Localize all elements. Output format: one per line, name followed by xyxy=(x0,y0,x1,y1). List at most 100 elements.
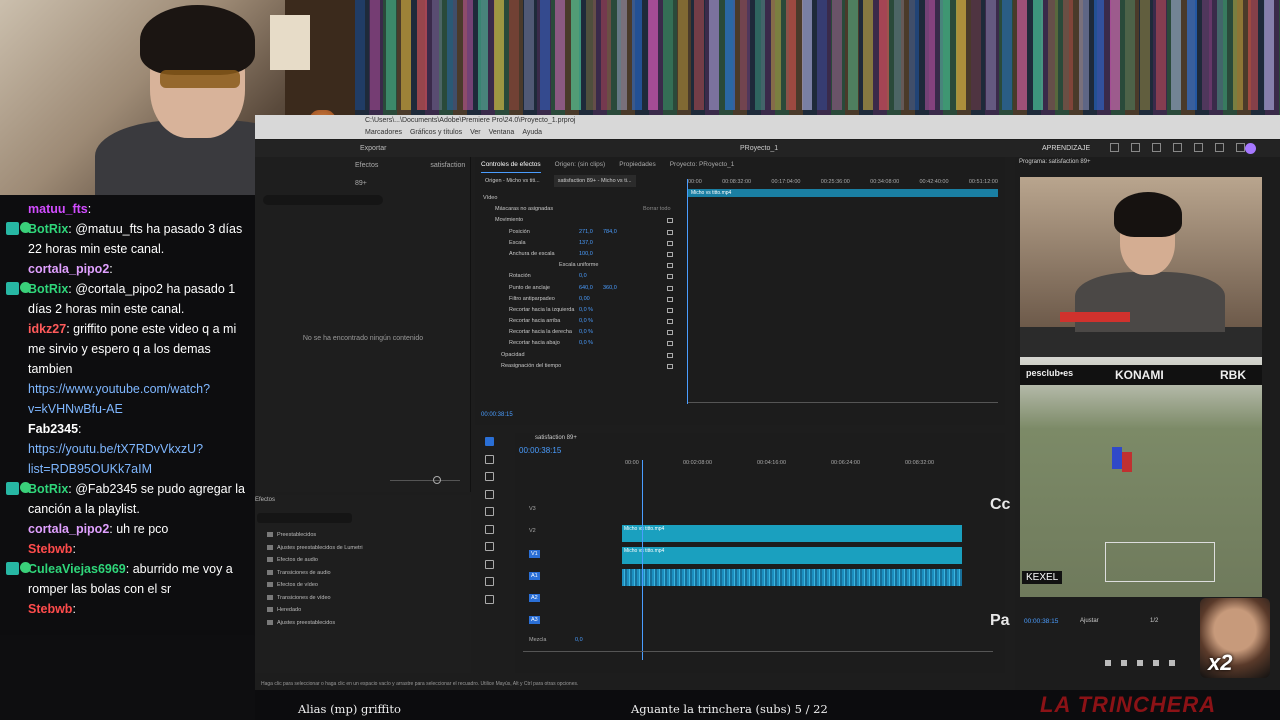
effect-zoom-bar[interactable] xyxy=(688,402,998,403)
caption-tool-icon[interactable] xyxy=(485,594,494,604)
video-clip[interactable]: Micho vs titto.mp4 xyxy=(622,547,962,564)
reset-icon[interactable] xyxy=(667,341,673,347)
reset-icon[interactable] xyxy=(667,307,673,313)
learning-workspace[interactable]: APRENDIZAJE xyxy=(1042,140,1090,157)
track-label[interactable]: A1 xyxy=(529,572,540,580)
type-tool-icon[interactable] xyxy=(485,577,494,586)
reset-icon[interactable] xyxy=(667,240,673,246)
effects-folder[interactable]: Efectos de vídeo xyxy=(261,579,363,592)
effect-property-value[interactable]: 0,0 xyxy=(579,271,587,282)
sequence-subtab[interactable]: satisfaction 89+ - Micho vs ti... xyxy=(553,175,636,187)
effect-playhead[interactable] xyxy=(687,179,688,404)
alert-icon[interactable] xyxy=(1131,143,1140,152)
search-input[interactable] xyxy=(263,195,383,205)
reset-all-button[interactable]: Borrar todo xyxy=(643,204,671,215)
fullscreen-icon[interactable] xyxy=(1215,143,1224,152)
reset-icon[interactable] xyxy=(667,218,673,224)
program-timecode[interactable]: 00:00:38:15 xyxy=(1024,618,1058,625)
track-select-tool-icon[interactable] xyxy=(485,454,494,464)
track-label[interactable]: V1 xyxy=(529,550,540,558)
quality-dropdown[interactable]: 1/2 xyxy=(1150,618,1158,624)
reset-icon[interactable] xyxy=(667,352,673,358)
effect-property-value[interactable]: 0,0 % xyxy=(579,305,593,316)
reset-icon[interactable] xyxy=(667,263,673,269)
ripple-edit-tool-icon[interactable] xyxy=(485,472,494,481)
chat-username[interactable]: Stebwb xyxy=(28,542,72,556)
timeline-timecode[interactable]: 00:00:38:15 xyxy=(519,446,561,455)
chat-link[interactable]: https://www.youtube.com/watch?v=kVHNwBfu… xyxy=(28,382,210,416)
effect-property-value[interactable]: 0,0 % xyxy=(579,327,593,338)
slip-tool-icon[interactable] xyxy=(485,507,494,516)
effect-property-value[interactable]: 640,0 xyxy=(579,283,593,294)
zoom-icon[interactable] xyxy=(1194,143,1203,152)
chat-link[interactable]: https://youtu.be/tX7RDvVkxzU?list=RDB95O… xyxy=(28,442,203,476)
effect-property-value[interactable]: 271,0 xyxy=(579,227,593,238)
track-label[interactable]: A3 xyxy=(529,616,540,624)
menu-item[interactable]: Gráficos y títulos xyxy=(410,129,462,136)
reset-icon[interactable] xyxy=(667,251,673,257)
chat-username[interactable]: matuu_fts xyxy=(28,202,88,216)
zoom-slider-track[interactable] xyxy=(390,480,460,481)
chat-username[interactable]: BotRix xyxy=(28,482,68,496)
reset-icon[interactable] xyxy=(667,319,673,325)
effects-folder[interactable]: Preestablecidos xyxy=(261,529,363,542)
prev-frame-icon[interactable] xyxy=(1121,660,1127,666)
effects-folder[interactable]: Ajustes preestablecidos xyxy=(261,617,363,630)
effect-clip-strip[interactable]: Micho vs titto.mp4 xyxy=(688,189,998,197)
effects-folder[interactable]: Transiciones de audio xyxy=(261,567,363,580)
source-subtab[interactable]: Origen - Micho vs titi... xyxy=(485,175,540,187)
menu-item[interactable]: Ventana xyxy=(489,129,515,136)
timeline-scrollbar[interactable] xyxy=(523,651,993,652)
video-clip[interactable]: Micho vs titto.mp4 xyxy=(622,525,962,542)
rectangle-tool-icon[interactable] xyxy=(485,542,494,551)
step-forward-icon[interactable] xyxy=(1169,660,1175,666)
chat-username[interactable]: cortala_pipo2 xyxy=(28,522,109,536)
sequence-title[interactable]: satisfaction 89+ xyxy=(535,435,577,441)
chat-username[interactable]: Stebwb xyxy=(28,602,72,616)
fx-tab[interactable]: Origen: (sin clips) xyxy=(555,157,606,173)
effect-property-value[interactable]: 0,0 % xyxy=(579,316,593,327)
chat-username[interactable]: cortala_pipo2 xyxy=(28,262,109,276)
reset-icon[interactable] xyxy=(667,330,673,336)
effect-timecode[interactable]: 00:00:38:15 xyxy=(481,412,513,418)
selection-tool-icon[interactable] xyxy=(485,437,494,446)
reset-icon[interactable] xyxy=(667,296,673,302)
chat-username[interactable]: BotRix xyxy=(28,222,68,236)
reset-icon[interactable] xyxy=(667,229,673,235)
reset-icon[interactable] xyxy=(667,285,673,291)
audio-clip[interactable] xyxy=(622,569,962,586)
effects-folder[interactable]: Heredado xyxy=(261,604,363,617)
effect-property-value2[interactable]: 784,0 xyxy=(603,227,617,238)
track-label[interactable]: A2 xyxy=(529,594,540,602)
chat-username[interactable]: BotRix xyxy=(28,282,68,296)
step-back-icon[interactable] xyxy=(1105,660,1111,666)
chat-username[interactable]: idkz27 xyxy=(28,322,66,336)
fx-tab[interactable]: Controles de efectos xyxy=(481,157,541,173)
fit-dropdown[interactable]: Ajustar xyxy=(1080,618,1099,624)
effect-property-value[interactable]: 0,0 % xyxy=(579,338,593,349)
timeline-playhead[interactable] xyxy=(642,460,643,660)
reset-icon[interactable] xyxy=(667,363,673,369)
mix-value[interactable]: 0,0 xyxy=(575,637,583,643)
fx-tab[interactable]: Proyecto: PRoyecto_1 xyxy=(670,157,735,173)
list-icon[interactable] xyxy=(1173,143,1182,152)
chat-username[interactable]: Fab2345 xyxy=(28,422,78,436)
razor-tool-icon[interactable] xyxy=(485,489,494,499)
fx-tab[interactable]: Propiedades xyxy=(619,157,656,173)
effects-search-input[interactable] xyxy=(257,513,352,523)
next-frame-icon[interactable] xyxy=(1153,660,1159,666)
share-icon[interactable] xyxy=(1152,143,1161,152)
pen-tool-icon[interactable] xyxy=(485,524,494,534)
chat-username[interactable]: CuleaViejas6969 xyxy=(28,562,126,576)
zoom-slider-knob[interactable] xyxy=(433,476,441,484)
menu-item[interactable]: Ayuda xyxy=(522,129,542,136)
menu-item[interactable]: Ver xyxy=(470,129,481,136)
workspace-icon[interactable] xyxy=(1110,143,1119,152)
tab-effects[interactable]: Efectos xyxy=(355,162,378,169)
notification-icon[interactable] xyxy=(1236,143,1245,152)
effect-property-value[interactable]: 0,00 xyxy=(579,294,590,305)
user-avatar[interactable] xyxy=(1245,143,1256,154)
track-label[interactable]: V3 xyxy=(529,506,536,512)
effects-folder[interactable]: Efectos de audio xyxy=(261,554,363,567)
effects-folder[interactable]: Ajustes preestablecidos de Lumetri xyxy=(261,542,363,555)
